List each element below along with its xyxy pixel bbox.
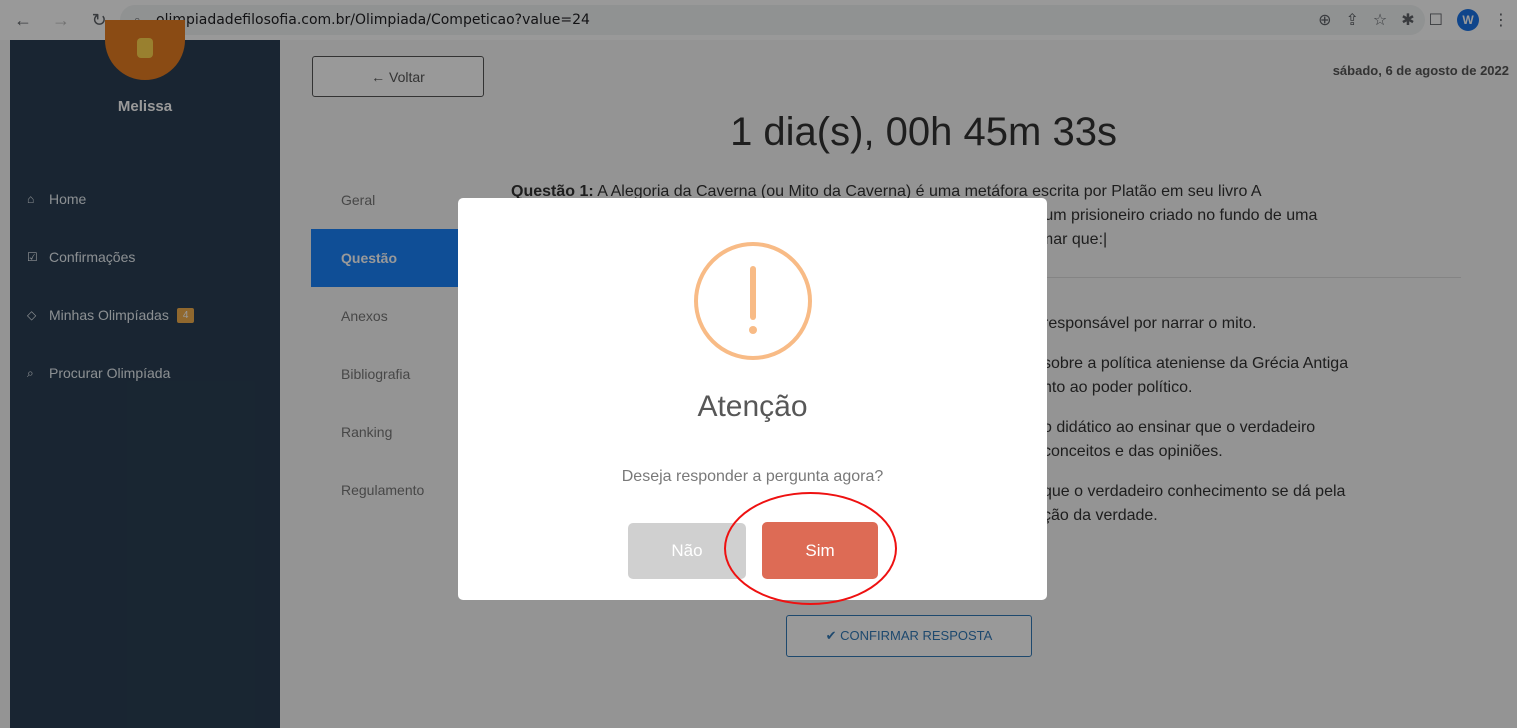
- warning-icon-dot: [749, 326, 757, 334]
- warning-icon-bar: [750, 266, 756, 320]
- warning-icon: [694, 242, 812, 360]
- dialog-message: Deseja responder a pergunta agora?: [621, 468, 884, 485]
- dialog-title: Atenção: [697, 390, 808, 423]
- modal-backdrop[interactable]: Atenção Deseja responder a pergunta agor…: [0, 0, 1517, 728]
- highlight-circle: [724, 492, 897, 605]
